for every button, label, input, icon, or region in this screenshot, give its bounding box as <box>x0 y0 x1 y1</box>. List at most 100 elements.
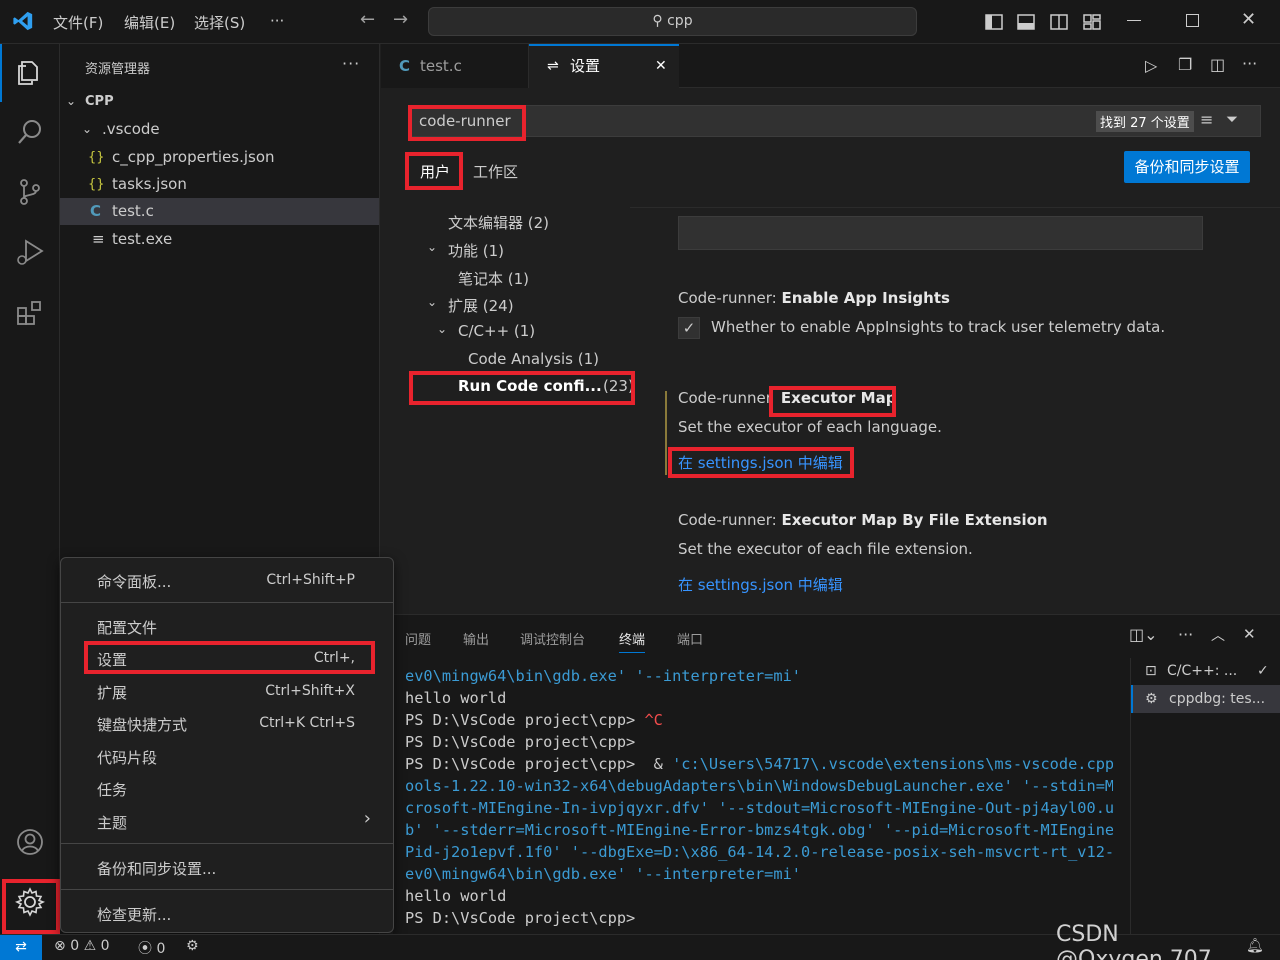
toc-cpp[interactable]: C/C++ (1) <box>458 322 535 340</box>
checkbox[interactable]: ✓ <box>678 317 700 339</box>
settings-search-input[interactable]: code-runner 找到 27 个设置 ≡ ⏷ <box>411 105 1261 137</box>
toggle-secondary-sidebar-icon[interactable] <box>1049 12 1069 32</box>
close-icon[interactable]: ✕ <box>655 44 667 88</box>
previous-setting-input[interactable] <box>678 216 1203 250</box>
menu-item-snippets[interactable]: 代码片段 <box>97 747 157 768</box>
setting-title: Code-runner: Executor Map By File Extens… <box>678 511 1048 529</box>
check-icon: ✓ <box>1257 663 1269 679</box>
tree-folder-vscode[interactable]: ⌄ .vscode <box>60 116 379 143</box>
search-label: cpp <box>667 13 693 29</box>
menu-separator <box>61 843 393 844</box>
menu-item-profiles[interactable]: 配置文件 <box>97 617 157 638</box>
menu-selection[interactable]: 选择(S) <box>194 12 245 33</box>
vscode-logo-icon <box>13 11 33 31</box>
split-terminal-icon[interactable]: ◫⌄ <box>1129 625 1158 644</box>
file-label: test.exe <box>112 230 173 248</box>
setting-prefix: Code-runner: <box>678 511 782 529</box>
warning-count: 0 <box>100 938 110 954</box>
search-icon: ⚲ <box>652 13 663 29</box>
toc-notebook[interactable]: 笔记本 (1) <box>458 268 529 289</box>
chevron-down-icon[interactable]: ⌄ <box>427 240 437 254</box>
menu-file[interactable]: 文件(F) <box>53 12 103 33</box>
tree-file-selected[interactable]: C test.c <box>60 198 379 225</box>
toc-features[interactable]: 功能 (1) <box>448 240 504 261</box>
toc-text-editor[interactable]: 文本编辑器 (2) <box>448 212 549 233</box>
panel-tab-problems[interactable]: 问题 <box>405 629 431 648</box>
menu-item-backup-sync[interactable]: 备份和同步设置... <box>97 858 216 879</box>
source-control-icon[interactable] <box>14 176 46 208</box>
menu-item-extensions[interactable]: 扩展 <box>97 682 127 703</box>
tree-root-cpp[interactable]: ⌄ CPP <box>60 88 379 115</box>
tab-test-c[interactable]: C test.c <box>381 44 529 88</box>
menu-edit[interactable]: 编辑(E) <box>124 12 175 33</box>
bottom-panel: 问题 输出 调试控制台 终端 端口 ◫⌄ ··· ︿ ✕ ev0\mingw64… <box>393 614 1280 935</box>
accounts-icon[interactable] <box>14 826 46 858</box>
arrow-right-icon[interactable]: → <box>393 9 408 30</box>
clear-filter-icon[interactable]: ≡ <box>1200 110 1213 129</box>
terminal-line: ev0\mingw64\bin\gdb.exe' '--interpreter=… <box>405 865 801 883</box>
chevron-down-icon[interactable]: ⌄ <box>427 295 437 309</box>
toc-code-analysis[interactable]: Code Analysis (1) <box>468 350 599 368</box>
tree-file[interactable]: {} c_cpp_properties.json <box>60 144 379 171</box>
menu-item-tasks[interactable]: 任务 <box>97 779 127 800</box>
backup-sync-button[interactable]: 备份和同步设置 <box>1124 151 1250 183</box>
explorer-more-actions-icon[interactable]: ··· <box>342 54 360 73</box>
tab-settings[interactable]: ⇌ 设置 ✕ <box>529 44 679 88</box>
setting-name: Executor Map By File Extension <box>781 511 1048 529</box>
split-editor-icon[interactable]: ◫ <box>1210 55 1225 74</box>
manage-context-menu: 命令面板... Ctrl+Shift+P 配置文件 设置 Ctrl+, 扩展 C… <box>60 557 394 933</box>
maximize-icon[interactable] <box>1186 14 1199 27</box>
terminal-tab[interactable]: ⊡ C/C++: ... ✓ <box>1131 658 1280 684</box>
command-center-search[interactable]: ⚲ cpp <box>428 7 917 36</box>
panel-tab-output[interactable]: 输出 <box>463 629 489 648</box>
minimize-icon[interactable] <box>1127 20 1141 21</box>
debug-status-icon[interactable]: ⚙ <box>186 938 199 954</box>
close-panel-icon[interactable]: ✕ <box>1243 625 1256 643</box>
highlight-settings-item <box>84 641 375 674</box>
chevron-down-icon[interactable]: ⌄ <box>437 322 447 336</box>
edit-in-settings-json-link[interactable]: 在 settings.json 中编辑 <box>678 574 843 595</box>
filter-icon[interactable]: ⏷ <box>1226 110 1238 128</box>
toc-extensions[interactable]: 扩展 (24) <box>448 295 514 316</box>
terminal-output[interactable]: ev0\mingw64\bin\gdb.exe' '--interpreter=… <box>393 667 1113 935</box>
panel-tab-terminal[interactable]: 终端 <box>619 629 646 653</box>
toggle-sidebar-icon[interactable] <box>984 12 1004 32</box>
editor-tabs: C test.c ⇌ 设置 ✕ ▷ ❐ ◫ ··· <box>381 44 1280 88</box>
scope-tab-workspace[interactable]: 工作区 <box>473 161 518 182</box>
explorer-icon[interactable] <box>14 56 46 88</box>
error-count: 0 <box>70 938 80 954</box>
terminal-text: ev0\mingw64\bin\gdb.exe' '--interpreter=… <box>405 865 802 883</box>
menu-item-check-updates[interactable]: 检查更新... <box>97 904 171 925</box>
tab-label: 设置 <box>570 57 601 75</box>
run-icon[interactable]: ▷ <box>1145 56 1157 75</box>
menu-more[interactable]: ··· <box>270 12 284 30</box>
file-label: tasks.json <box>112 175 187 193</box>
menu-separator <box>61 889 393 890</box>
maximize-panel-icon[interactable]: ︿ <box>1211 625 1225 645</box>
tree-file[interactable]: {} tasks.json <box>60 171 379 198</box>
extensions-icon[interactable] <box>14 296 46 328</box>
menu-item-themes[interactable]: 主题 <box>97 812 127 833</box>
tree-file[interactable]: ≡ test.exe <box>60 226 379 253</box>
setting-description: Whether to enable AppInsights to track u… <box>711 318 1166 336</box>
run-debug-icon[interactable] <box>14 236 46 268</box>
search-icon[interactable] <box>14 116 46 148</box>
menu-item-command-palette[interactable]: 命令面板... <box>97 571 171 592</box>
more-actions-icon[interactable]: ··· <box>1178 625 1193 644</box>
terminal-tab-active[interactable]: ⚙ cppdbg: tes... <box>1131 685 1280 713</box>
panel-tab-debug-console[interactable]: 调试控制台 <box>520 629 585 648</box>
panel-tab-ports[interactable]: 端口 <box>677 629 703 648</box>
menu-item-keyboard-shortcuts[interactable]: 键盘快捷方式 <box>97 714 187 735</box>
terminal-line: crosoft-MIEngine-In-ivpjqyxr.dfv' '--std… <box>405 799 1113 817</box>
arrow-left-icon[interactable]: ← <box>360 9 375 30</box>
close-window-icon[interactable]: ✕ <box>1241 9 1256 30</box>
remote-indicator[interactable]: ⇄ <box>0 935 42 960</box>
ports-indicator[interactable]: ⦿ 0 <box>138 938 165 958</box>
customize-layout-icon[interactable] <box>1082 12 1102 32</box>
terminal-text: PS D:\VsCode project\cpp> & <box>405 755 673 773</box>
activity-bar <box>0 44 60 934</box>
open-settings-json-icon[interactable]: ❐ <box>1178 55 1192 74</box>
errors-indicator[interactable]: ⊗ 0 ⚠ 0 <box>54 938 110 954</box>
toggle-panel-icon[interactable] <box>1016 12 1036 32</box>
more-actions-icon[interactable]: ··· <box>1242 54 1257 73</box>
